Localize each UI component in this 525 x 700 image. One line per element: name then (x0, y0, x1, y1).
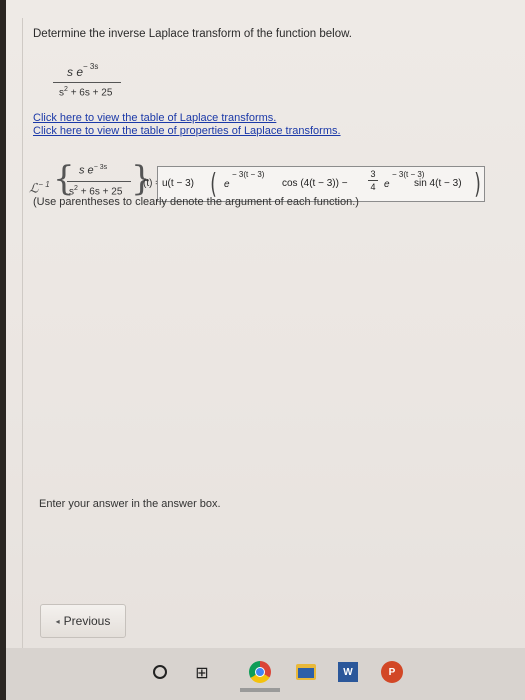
close-paren: ) (474, 167, 481, 200)
taskbar: ⊞ W P (6, 648, 525, 700)
file-explorer-icon[interactable] (294, 660, 318, 684)
answer-instruction: Enter your answer in the answer box. (39, 498, 221, 510)
task-view-icon[interactable]: ⊞ (190, 660, 214, 684)
search-circle-icon[interactable] (148, 660, 172, 684)
function-fraction: s e− 3s s2 + 6s + 25 (53, 56, 123, 102)
laplace-properties-link[interactable]: Click here to view the table of properti… (33, 125, 341, 137)
fraction-bar (53, 82, 121, 83)
previous-label: Previous (63, 614, 111, 628)
chevron-left-icon: ◂ (55, 616, 60, 626)
laplace-operator: ℒ− 1 (29, 180, 50, 196)
chrome-icon[interactable] (248, 660, 272, 684)
question-prompt: Determine the inverse Laplace transform … (33, 28, 352, 40)
function-denominator: s2 + 6s + 25 (59, 86, 113, 99)
exponent-1: − 3(t − 3) (232, 170, 265, 179)
powerpoint-icon[interactable]: P (380, 660, 404, 684)
word-icon[interactable]: W (336, 660, 360, 684)
question-card: Determine the inverse Laplace transform … (22, 18, 493, 653)
screen: Determine the inverse Laplace transform … (6, 0, 525, 700)
step-function: u(t − 3) (162, 178, 194, 189)
coefficient-fraction: 3 4 (368, 169, 378, 192)
exp-base-1: e (224, 179, 230, 190)
sin-term: sin 4(t − 3) (414, 178, 462, 189)
function-numerator: s e− 3s (67, 62, 99, 79)
laplace-table-link[interactable]: Click here to view the table of Laplace … (33, 112, 276, 124)
active-app-indicator (240, 688, 280, 692)
previous-button[interactable]: ◂ Previous (40, 604, 126, 638)
cos-term: cos (4(t − 3)) − (282, 178, 348, 189)
exp-base-2: e (384, 179, 390, 190)
parentheses-note: (Use parentheses to clearly denote the a… (33, 196, 359, 208)
